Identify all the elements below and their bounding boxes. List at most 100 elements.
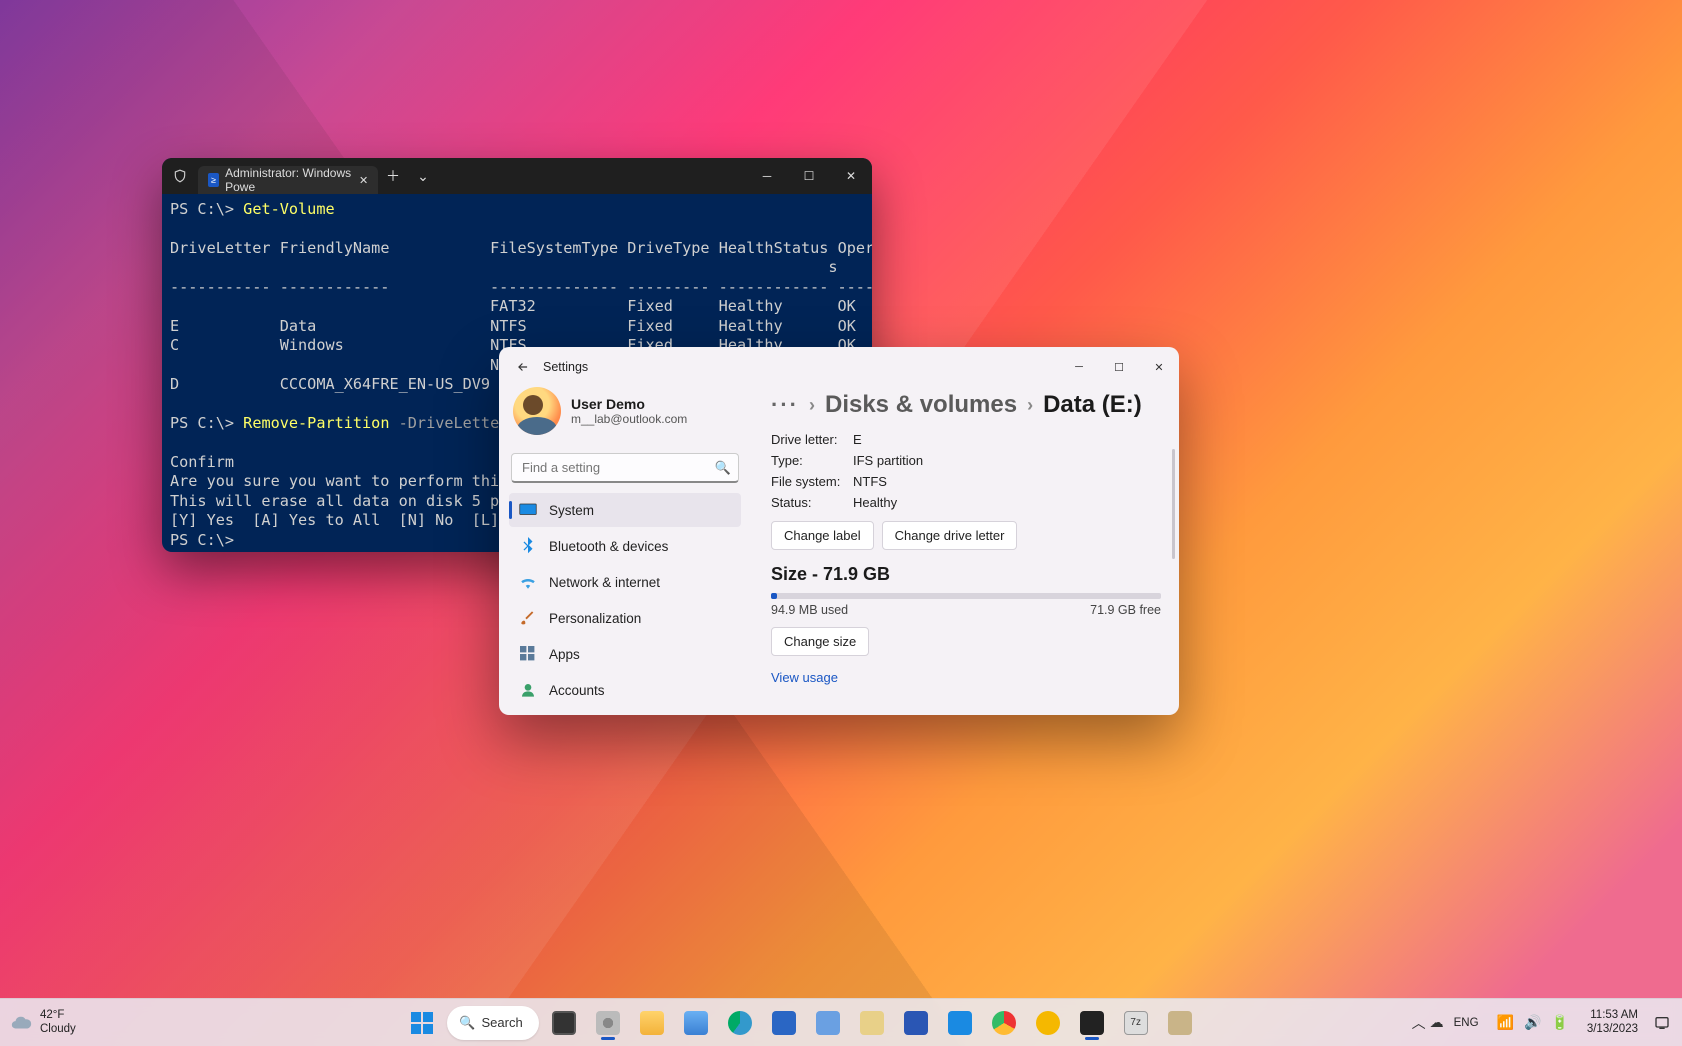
- terminal-tab[interactable]: ≥ Administrator: Windows Powe ✕: [198, 166, 378, 194]
- sidebar-item-apps[interactable]: Apps: [509, 637, 741, 671]
- free-label: 71.9 GB free: [1090, 603, 1161, 617]
- prop-key-type: Type:: [771, 453, 853, 468]
- taskbar-search[interactable]: 🔍 Search: [447, 1006, 538, 1040]
- terminal-tab-title: Administrator: Windows Powe: [225, 166, 351, 194]
- close-button[interactable]: ✕: [830, 158, 872, 194]
- r1-dl: E: [170, 317, 179, 335]
- maximize-button[interactable]: ☐: [1099, 347, 1139, 387]
- start-button[interactable]: [403, 1004, 441, 1042]
- prop-key-status: Status:: [771, 495, 853, 510]
- col-h1: DriveLetter: [170, 239, 271, 257]
- breadcrumb-overflow[interactable]: ···: [771, 392, 799, 418]
- r1-dt: Fixed: [627, 317, 673, 335]
- sidebar-item-label: Personalization: [549, 611, 641, 626]
- prop-val-drive-letter: E: [853, 432, 862, 447]
- tab-close-icon[interactable]: ✕: [357, 172, 370, 188]
- weather-widget[interactable]: 42°F Cloudy: [0, 1009, 200, 1035]
- minimize-button[interactable]: ─: [1059, 347, 1099, 387]
- view-usage-link[interactable]: View usage: [771, 670, 1161, 685]
- prop-val-filesystem: NTFS: [853, 474, 887, 489]
- tray-chevron-up-icon[interactable]: ︿: [1412, 1013, 1426, 1033]
- taskbar-app-settings[interactable]: [589, 1004, 627, 1042]
- sidebar-item-label: Apps: [549, 647, 580, 662]
- user-email: m__lab@outlook.com: [571, 412, 687, 426]
- change-drive-letter-button[interactable]: Change drive letter: [882, 521, 1018, 550]
- search-label: Search: [481, 1015, 522, 1030]
- taskbar-app-outlook[interactable]: [765, 1004, 803, 1042]
- sidebar-item-label: System: [549, 503, 594, 518]
- terminal-titlebar[interactable]: ≥ Administrator: Windows Powe ✕ ＋ ⌄ ─ ☐ …: [162, 158, 872, 194]
- clock-time: 11:53 AM: [1587, 1009, 1638, 1022]
- ps-command-2: Remove-Partition: [243, 414, 389, 432]
- sidebar-item-bluetooth[interactable]: Bluetooth & devices: [509, 529, 741, 563]
- close-button[interactable]: ✕: [1139, 347, 1179, 387]
- apps-icon: [519, 645, 537, 663]
- breadcrumb-current: Data (E:): [1043, 391, 1142, 419]
- col-h6: OperationalStatu: [838, 239, 872, 257]
- taskbar-app-misc[interactable]: [1161, 1004, 1199, 1042]
- usage-bar-fill: [771, 593, 777, 599]
- taskbar-app-chrome[interactable]: [985, 1004, 1023, 1042]
- used-label: 94.9 MB used: [771, 603, 848, 617]
- avatar: [513, 387, 561, 435]
- notifications-button[interactable]: [1648, 1004, 1676, 1042]
- back-button[interactable]: [509, 353, 537, 381]
- sidebar-item-accounts[interactable]: Accounts: [509, 673, 741, 707]
- taskbar-app-terminal[interactable]: [1073, 1004, 1111, 1042]
- r1-fs: NTFS: [490, 317, 527, 335]
- search-icon: 🔍: [715, 460, 731, 476]
- taskbar-app-edge[interactable]: [721, 1004, 759, 1042]
- sidebar-item-personalization[interactable]: Personalization: [509, 601, 741, 635]
- r1-os: OK: [838, 317, 856, 335]
- tray-onedrive-icon[interactable]: ☁: [1430, 1014, 1444, 1031]
- sidebar-item-network[interactable]: Network & internet: [509, 565, 741, 599]
- col-h3: FileSystemType: [490, 239, 618, 257]
- breadcrumb-disks-volumes[interactable]: Disks & volumes: [825, 391, 1017, 419]
- taskbar-app-word[interactable]: [897, 1004, 935, 1042]
- settings-titlebar[interactable]: Settings ─ ☐ ✕: [499, 347, 1179, 387]
- change-size-button[interactable]: Change size: [771, 627, 869, 656]
- wifi-icon[interactable]: 📶: [1497, 1014, 1514, 1031]
- taskbar-app-explorer[interactable]: [633, 1004, 671, 1042]
- size-heading: Size - 71.9 GB: [771, 564, 1161, 585]
- taskbar-app-canary[interactable]: [1029, 1004, 1067, 1042]
- r0-fs: FAT32: [490, 297, 536, 315]
- task-view-button[interactable]: [545, 1004, 583, 1042]
- search-input[interactable]: [511, 453, 739, 483]
- taskbar-app-7zip[interactable]: 7z: [1117, 1004, 1155, 1042]
- settings-app-title: Settings: [543, 360, 588, 374]
- taskbar-app-notepad[interactable]: [809, 1004, 847, 1042]
- taskbar-app-controlpanel[interactable]: [677, 1004, 715, 1042]
- ps-prompt-3: PS C:\>: [170, 531, 234, 549]
- settings-content: ··· › Disks & volumes › Data (E:) Drive …: [747, 387, 1179, 715]
- user-account-row[interactable]: User Demo m__lab@outlook.com: [509, 387, 741, 447]
- ps-param: -DriveLetter: [399, 414, 509, 432]
- language-indicator[interactable]: ENG: [1448, 1017, 1485, 1029]
- minimize-button[interactable]: ─: [746, 158, 788, 194]
- col-h6b: s: [828, 258, 837, 276]
- settings-search[interactable]: 🔍: [511, 453, 739, 483]
- shield-icon: [162, 158, 198, 194]
- prop-key-drive-letter: Drive letter:: [771, 432, 853, 447]
- scrollbar[interactable]: [1172, 449, 1175, 559]
- taskbar-app-paint[interactable]: [853, 1004, 891, 1042]
- taskbar-clock[interactable]: 11:53 AM 3/13/2023: [1581, 1009, 1644, 1035]
- sidebar-item-system[interactable]: System: [509, 493, 741, 527]
- prop-val-status: Healthy: [853, 495, 897, 510]
- tab-dropdown-icon[interactable]: ⌄: [408, 158, 438, 194]
- taskbar-app-vscode[interactable]: [941, 1004, 979, 1042]
- volume-icon[interactable]: 🔊: [1524, 1014, 1541, 1031]
- ps-prompt-2: PS C:\>: [170, 414, 234, 432]
- r0-dt: Fixed: [627, 297, 673, 315]
- clock-date: 3/13/2023: [1587, 1023, 1638, 1036]
- maximize-button[interactable]: ☐: [788, 158, 830, 194]
- new-tab-button[interactable]: ＋: [378, 158, 408, 194]
- col-h2: FriendlyName: [280, 239, 390, 257]
- col-h5: HealthStatus: [719, 239, 829, 257]
- r2-dl: C: [170, 336, 179, 354]
- wifi-icon: [519, 573, 537, 591]
- change-label-button[interactable]: Change label: [771, 521, 874, 550]
- person-icon: [519, 681, 537, 699]
- powershell-icon: ≥: [208, 173, 219, 187]
- battery-icon[interactable]: 🔋: [1551, 1014, 1568, 1031]
